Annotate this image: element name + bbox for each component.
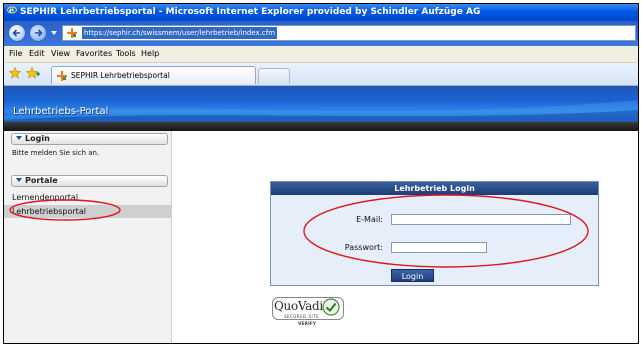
tab-bar: SEPHIR Lehrbetriebsportal (4, 63, 638, 86)
back-arrow-icon (12, 29, 20, 37)
header-divider (4, 122, 638, 131)
login-prompt: Bitte melden Sie sich an. (12, 149, 100, 157)
collapse-triangle-icon (16, 136, 22, 140)
portale-section-title: Portale (25, 176, 58, 185)
menu-file[interactable]: File (9, 48, 22, 60)
email-field[interactable] (391, 214, 571, 225)
quovadis-badge[interactable]: QuoVadis SECURED SITE VERIFY (272, 294, 344, 330)
password-label: Passwort: (344, 243, 383, 252)
tab-sephir[interactable]: SEPHIR Lehrbetriebsportal (51, 66, 256, 84)
menu-tools[interactable]: Tools (116, 48, 136, 60)
forward-button[interactable] (29, 24, 47, 42)
sidebar-item-lernendenportal[interactable]: Lernendenportal (12, 192, 78, 203)
add-favorite-icon[interactable] (26, 67, 40, 79)
password-field[interactable] (391, 242, 487, 253)
login-section-header[interactable]: Login (11, 133, 168, 145)
url-text: https://sephir.ch/swissmem/user/lehrbetr… (82, 27, 278, 39)
login-panel-title: Lehrbetrieb Login (271, 182, 598, 195)
sidebar: Login Bitte melden Sie sich an. Portale … (4, 131, 172, 343)
back-button[interactable] (8, 24, 26, 42)
title-bar: e SEPHIR Lehrbetriebsportal - Microsoft … (4, 4, 638, 21)
tab-favicon-icon (57, 71, 67, 81)
history-dropdown-icon[interactable] (51, 30, 57, 36)
window-title: SEPHIR Lehrbetriebsportal - Microsoft In… (20, 7, 481, 17)
portale-section-header[interactable]: Portale (11, 175, 168, 187)
login-panel: Lehrbetrieb Login E-Mail: Passwort: Logi… (270, 181, 599, 286)
menu-bar: File Edit View Favorites Tools Help (4, 46, 638, 63)
secure-check-icon (322, 298, 340, 316)
svg-text:e: e (9, 5, 14, 15)
menu-favorites[interactable]: Favorites (76, 48, 112, 60)
tab-label: SEPHIR Lehrbetriebsportal (71, 71, 170, 80)
menu-help[interactable]: Help (141, 48, 159, 60)
badge-verify: VERIFY (298, 322, 317, 327)
collapse-triangle-icon (16, 178, 22, 182)
login-section-title: Login (25, 134, 50, 143)
login-button[interactable]: Login (391, 269, 434, 282)
forward-arrow-icon (35, 29, 43, 37)
portal-banner: Lehrbetriebs-Portal (4, 86, 638, 122)
menu-edit[interactable]: Edit (29, 48, 45, 60)
browser-window: e SEPHIR Lehrbetriebsportal - Microsoft … (3, 3, 639, 344)
url-field[interactable]: https://sephir.ch/swissmem/user/lehrbetr… (62, 25, 636, 41)
badge-subtitle: SECURED SITE (284, 314, 320, 319)
site-favicon-icon (67, 28, 77, 38)
address-bar: https://sephir.ch/swissmem/user/lehrbetr… (4, 21, 638, 46)
ie-logo-icon: e (7, 5, 17, 15)
badge-brand: QuoVadis (274, 299, 329, 313)
new-tab-button[interactable] (258, 68, 290, 84)
favorites-star-icon[interactable] (9, 67, 21, 79)
sidebar-item-lehrbetriebsportal[interactable]: Lehrbetriebsportal (12, 206, 86, 217)
menu-view[interactable]: View (51, 48, 70, 60)
email-label: E-Mail: (356, 215, 383, 224)
portal-title: Lehrbetriebs-Portal (13, 106, 109, 117)
